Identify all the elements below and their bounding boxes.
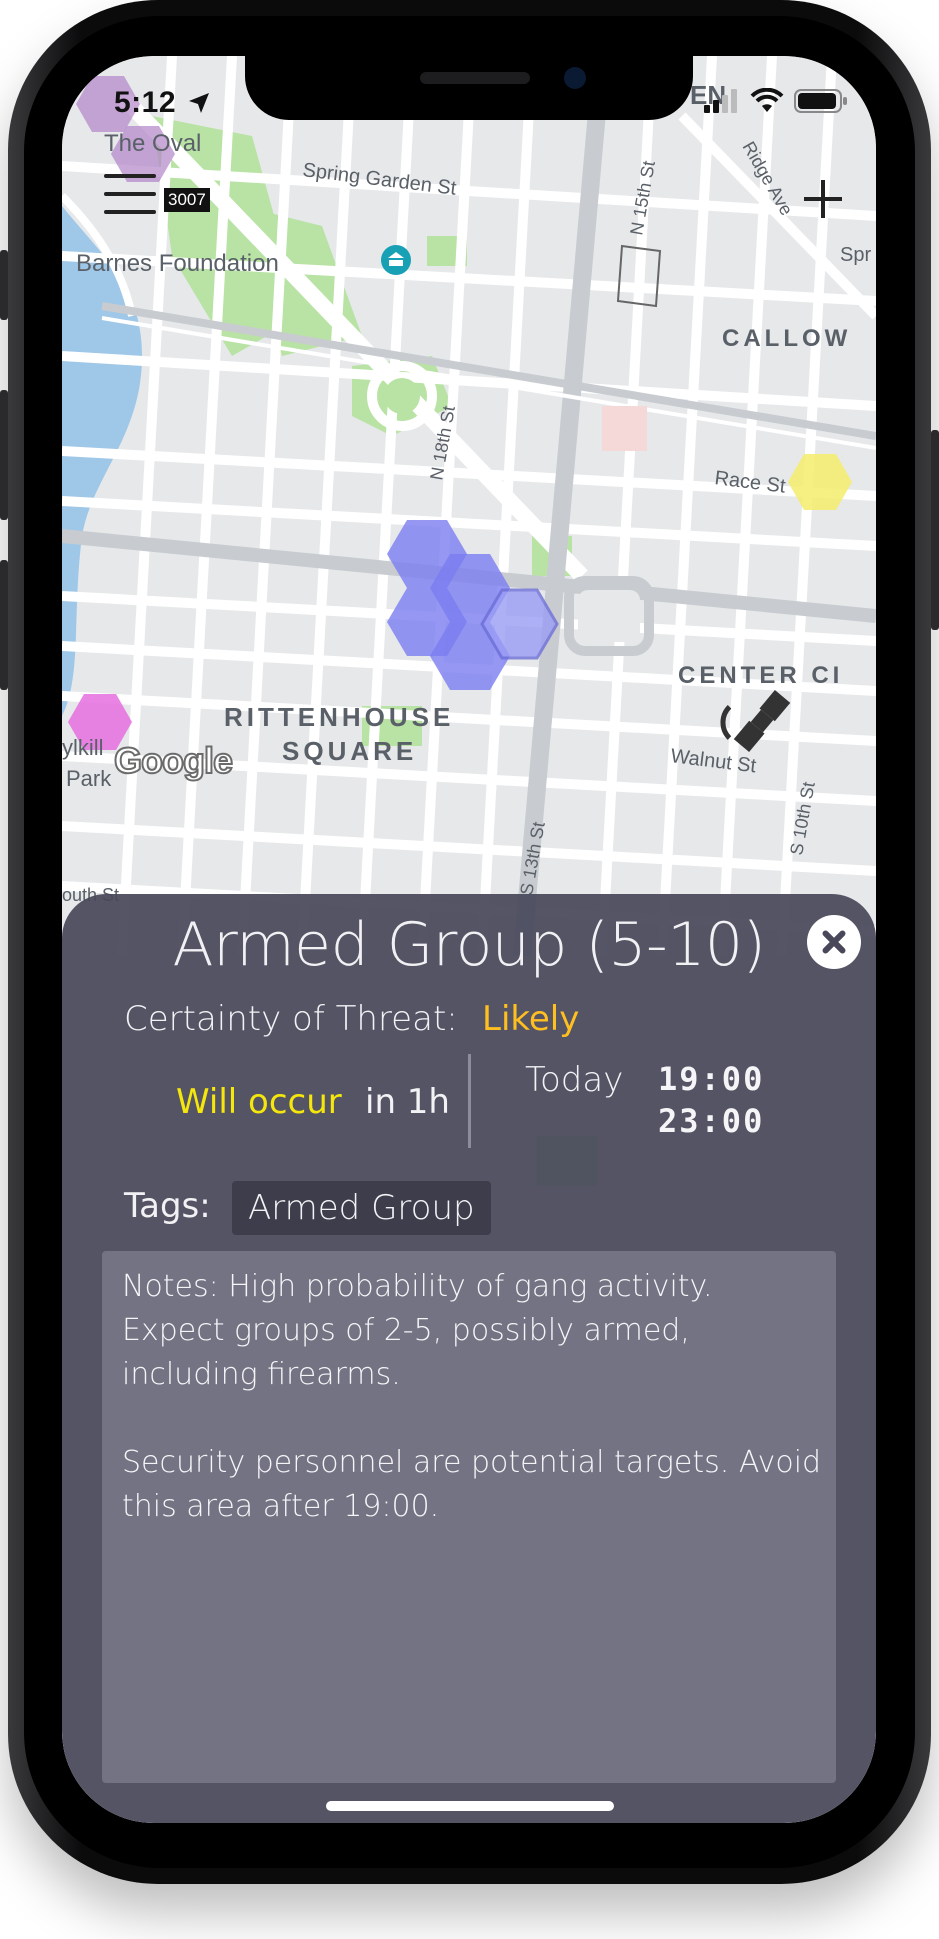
map-label-park: Park (66, 766, 112, 791)
notes-box[interactable]: Notes: High probability of gang activity… (102, 1251, 836, 1783)
start-time: 19:00 (658, 1060, 765, 1098)
notes-text: Notes: High probability of gang activity… (122, 1269, 822, 1524)
count-badge: 3007 (164, 188, 210, 212)
schedule-day: Today (525, 1060, 624, 1100)
battery-icon (794, 89, 847, 113)
occur-status: Will occur (176, 1082, 342, 1122)
power-button (931, 430, 939, 630)
status-time: 5:12 (114, 86, 177, 119)
menu-icon[interactable] (104, 174, 156, 216)
plus-icon[interactable] (802, 178, 844, 220)
divider (468, 1054, 471, 1148)
google-logo: Google (113, 739, 234, 782)
tag-chip[interactable]: Armed Group (232, 1181, 491, 1235)
map-label-square: SQUARE (282, 736, 417, 766)
speaker-grille (420, 72, 530, 84)
occur-time: in 1h (365, 1082, 450, 1122)
certainty-label: Certainty of Threat: (124, 999, 458, 1039)
map-label-barnes: Barnes Foundation (76, 250, 279, 277)
map-label-oval: The Oval (104, 130, 201, 157)
threat-detail-panel: Armed Group (5-10) Certainty of Threat: … (62, 894, 876, 1823)
tags-label: Tags: (124, 1186, 211, 1226)
certainty-value: Likely (482, 999, 580, 1039)
map-label-callow: CALLOW (722, 325, 851, 352)
signal-icon (704, 89, 737, 113)
mute-switch (0, 250, 8, 320)
map-label-center-city: CENTER CI (678, 662, 843, 689)
home-indicator[interactable] (326, 1801, 614, 1811)
front-camera (564, 67, 586, 89)
menu-line (104, 192, 156, 196)
screen: The Oval Spring Garden St Barnes Foundat… (62, 56, 876, 1823)
volume-down-button (0, 560, 8, 690)
end-time: 23:00 (658, 1102, 765, 1140)
close-icon[interactable] (807, 915, 861, 969)
wifi-icon (750, 88, 784, 112)
menu-line (104, 210, 156, 214)
notch (245, 56, 693, 120)
location-arrow-icon (189, 93, 209, 113)
volume-up-button (0, 390, 8, 520)
threat-title: Armed Group (5-10) (172, 910, 766, 980)
status-indicators (704, 88, 848, 114)
menu-line (104, 174, 156, 178)
map-label-spr: Spr (840, 244, 871, 266)
map-label-rittenhouse: RITTENHOUSE (224, 702, 454, 732)
map-label-ylkill: ylkill (62, 735, 104, 760)
